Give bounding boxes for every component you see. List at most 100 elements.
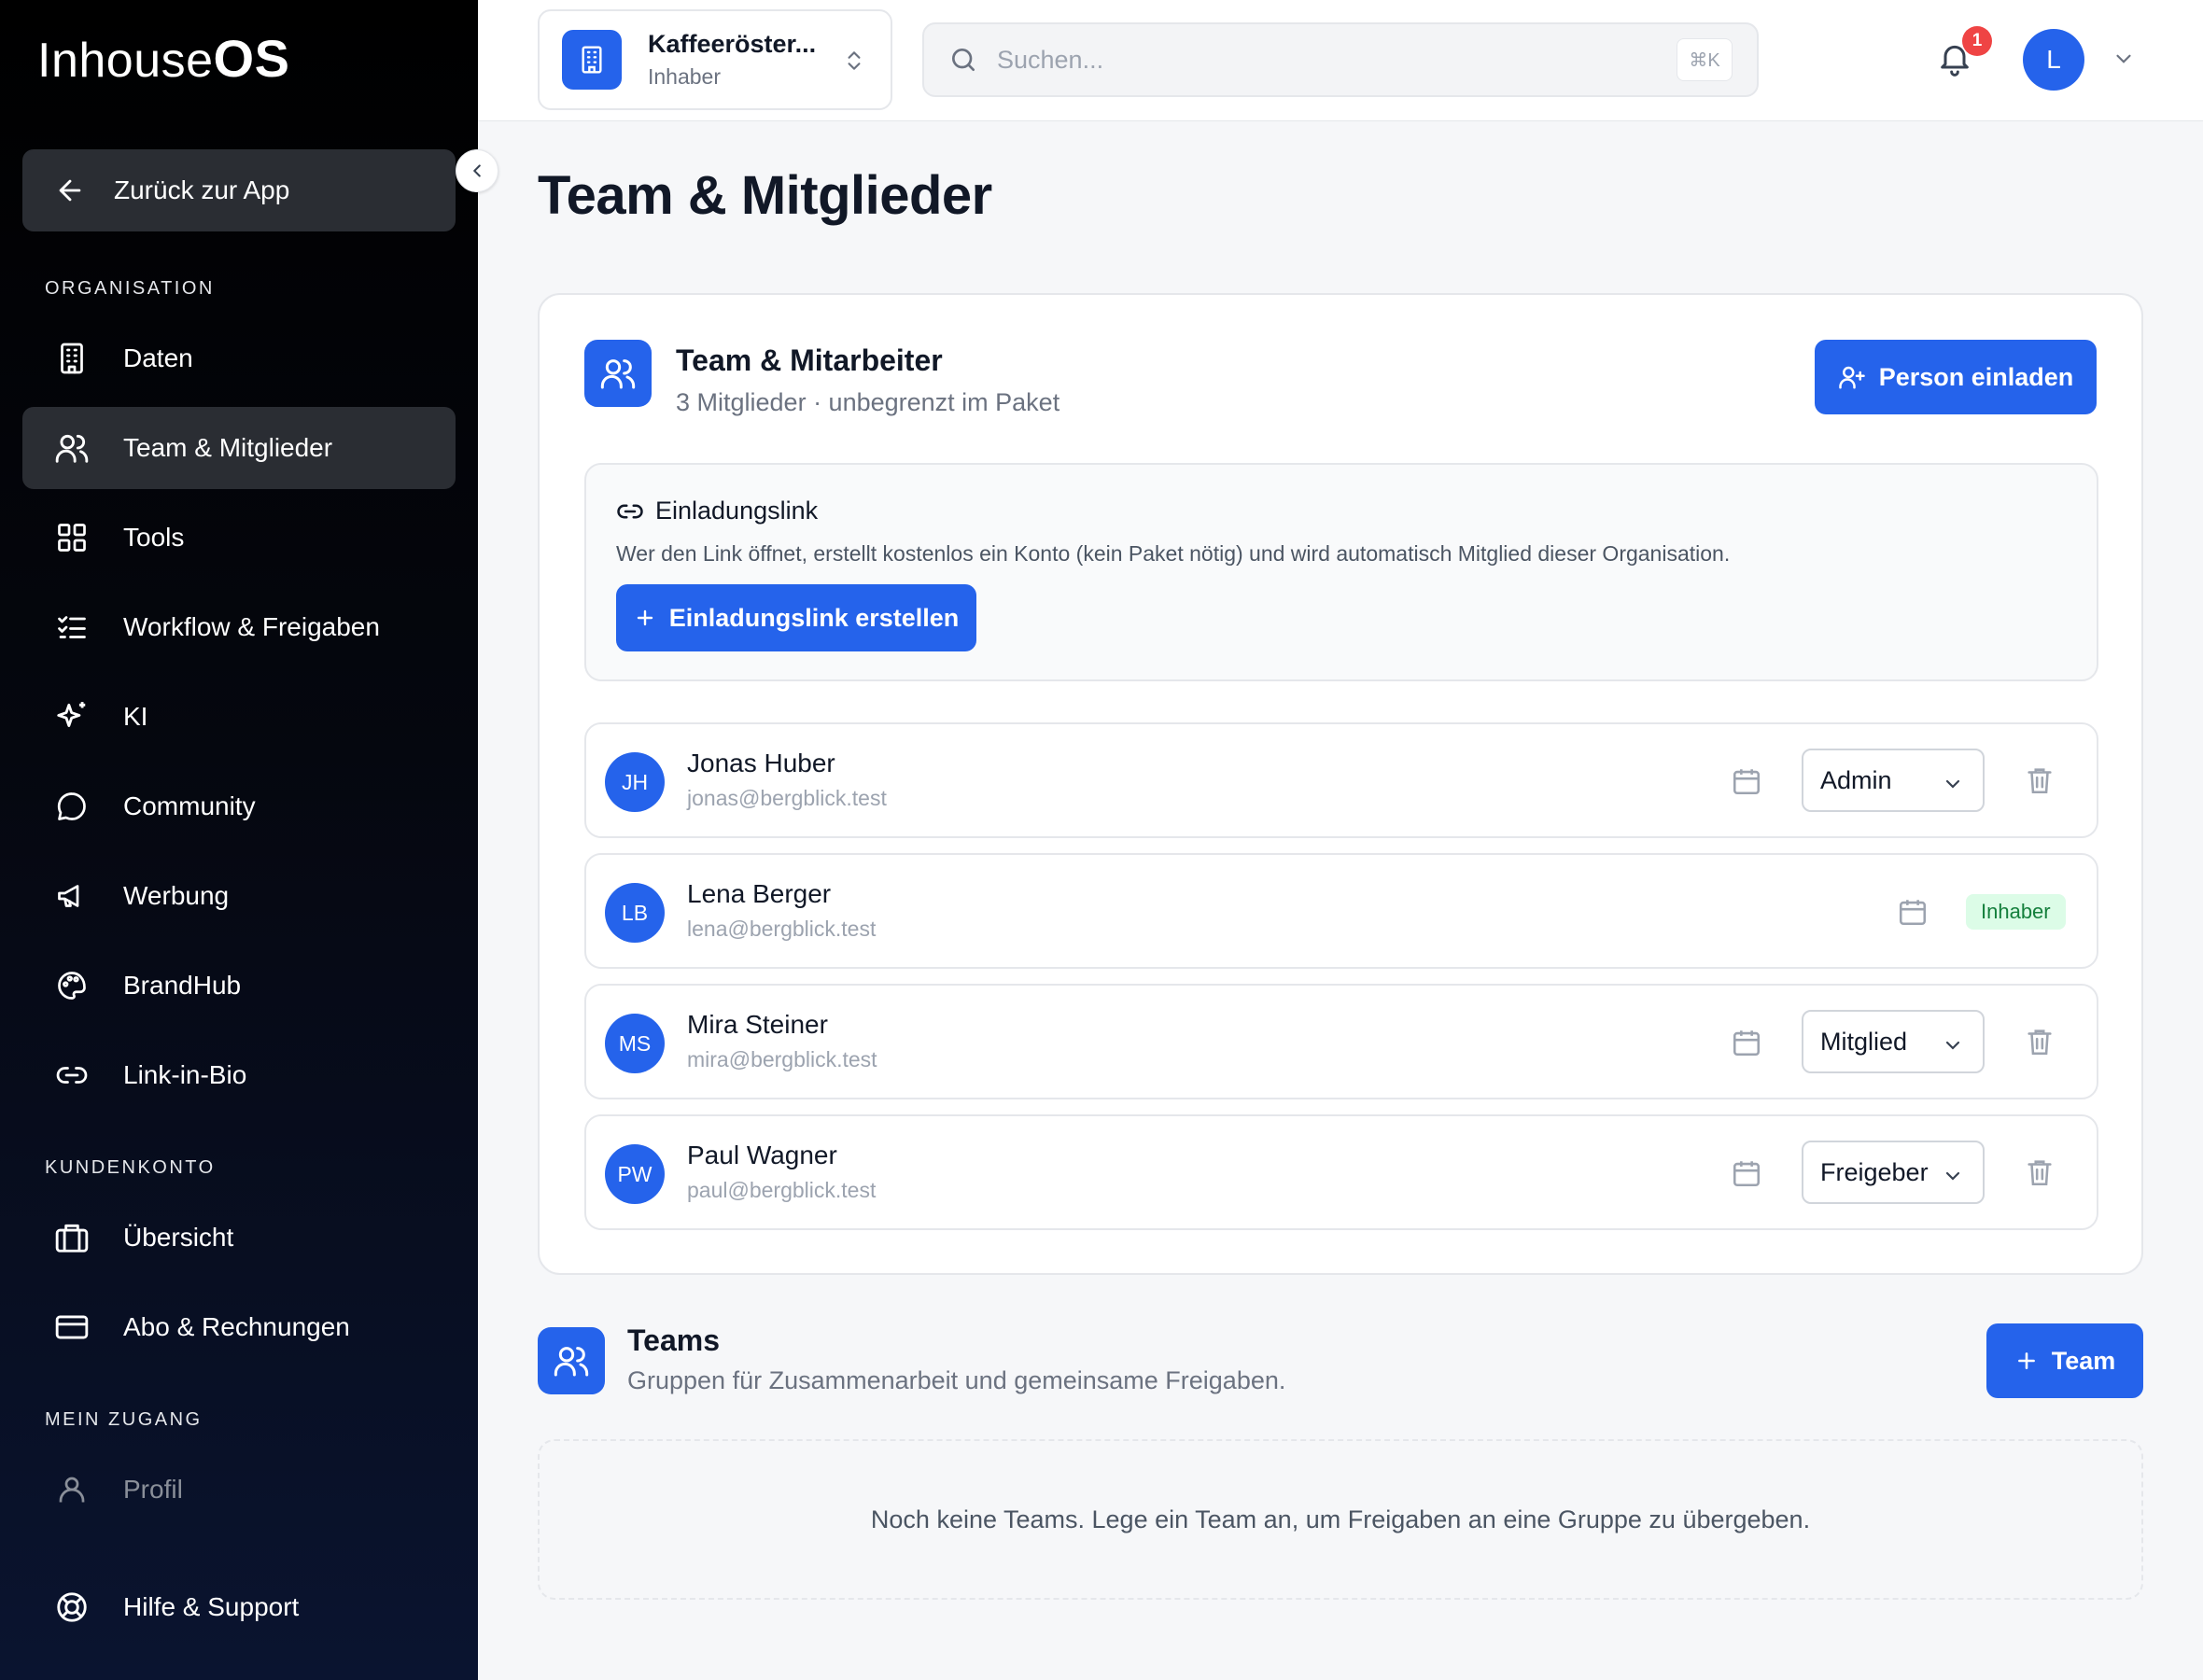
- member-email: lena@bergblick.test: [687, 917, 877, 941]
- sidebar-item-profil[interactable]: Profil: [22, 1449, 456, 1531]
- building-icon: [562, 30, 622, 90]
- member-row: MS Mira Steiner mira@bergblick.test Mitg…: [584, 984, 2098, 1099]
- notification-badge: 1: [1962, 26, 1992, 56]
- sidebar-item-ki[interactable]: KI: [22, 676, 456, 758]
- avatar: JH: [605, 752, 665, 812]
- member-row: PW Paul Wagner paul@bergblick.test Freig…: [584, 1114, 2098, 1230]
- user-plus-icon: [1838, 363, 1866, 391]
- sidebar-item-label: Community: [123, 791, 256, 820]
- sidebar-item-team[interactable]: Team & Mitglieder: [22, 407, 456, 489]
- invite-link-heading: Einladungslink: [616, 497, 818, 525]
- create-invite-link-button[interactable]: Einladungslink erstellen: [616, 584, 976, 651]
- back-to-app-button[interactable]: Zurück zur App: [22, 149, 456, 231]
- chat-icon: [52, 787, 91, 826]
- user-icon: [52, 1470, 91, 1509]
- member-email: mira@bergblick.test: [687, 1047, 877, 1071]
- sidebar-item-community[interactable]: Community: [22, 765, 456, 847]
- arrow-left-icon: [54, 175, 86, 206]
- sparkles-icon: [52, 697, 91, 736]
- building-icon: [52, 339, 91, 378]
- checklist-icon: [52, 608, 91, 647]
- chevron-down-icon[interactable]: [2112, 47, 2136, 71]
- teams-subtitle: Gruppen für Zusammenarbeit und gemeinsam…: [627, 1366, 1286, 1394]
- search-shortcut: ⌘K: [1677, 38, 1733, 81]
- sidebar-item-daten[interactable]: Daten: [22, 317, 456, 399]
- calendar-icon[interactable]: [1731, 765, 1762, 797]
- sidebar-item-tools[interactable]: Tools: [22, 497, 456, 579]
- sidebar-item-label: Tools: [123, 523, 185, 552]
- chevrons-up-down-icon: [842, 47, 866, 75]
- trash-icon[interactable]: [2024, 763, 2056, 797]
- sidebar-item-label: Link-in-Bio: [123, 1060, 247, 1089]
- role-select-value: Admin: [1820, 765, 1892, 794]
- sidebar: InhouseOS Zurück zur App ORGANISATION Da…: [0, 0, 478, 1680]
- briefcase-icon: [52, 1218, 91, 1257]
- sidebar-item-uebersicht[interactable]: Übersicht: [22, 1197, 456, 1279]
- team-card-title: Team & Mitarbeiter: [676, 343, 943, 377]
- trash-icon[interactable]: [2024, 1155, 2056, 1189]
- logo-light: Inhouse: [37, 34, 214, 88]
- create-invite-link-label: Einladungslink erstellen: [668, 603, 960, 632]
- sidebar-item-label: Werbung: [123, 881, 230, 910]
- sidebar-item-label: Team & Mitglieder: [123, 433, 333, 462]
- chevron-left-icon: [467, 161, 487, 181]
- section-label-organisation: ORGANISATION: [45, 278, 215, 299]
- sidebar-item-label: KI: [123, 702, 148, 731]
- owner-badge: Inhaber: [1966, 894, 2066, 930]
- member-name: Jonas Huber: [687, 749, 835, 777]
- sidebar-item-workflow[interactable]: Workflow & Freigaben: [22, 586, 456, 668]
- user-avatar[interactable]: L: [2023, 29, 2084, 91]
- invite-link-description: Wer den Link öffnet, erstellt kostenlos …: [616, 541, 1731, 566]
- invite-link-box: Einladungslink Wer den Link öffnet, erst…: [584, 463, 2098, 681]
- member-row: JH Jonas Huber jonas@bergblick.test Admi…: [584, 722, 2098, 838]
- avatar: LB: [605, 883, 665, 943]
- sidebar-item-werbung[interactable]: Werbung: [22, 855, 456, 937]
- role-select-value: Freigeber: [1820, 1157, 1929, 1186]
- plus-icon: [2014, 1349, 2039, 1373]
- role-select[interactable]: Mitglied: [1802, 1010, 1985, 1073]
- sidebar-collapse-button[interactable]: [456, 149, 498, 192]
- role-select[interactable]: Freigeber: [1802, 1141, 1985, 1204]
- sidebar-item-brandhub[interactable]: BrandHub: [22, 945, 456, 1027]
- organization-switcher[interactable]: Kaffeeröster... Inhaber: [538, 9, 892, 110]
- organization-role: Inhaber: [648, 64, 722, 89]
- palette-icon: [52, 966, 91, 1005]
- chevron-down-icon: [1942, 1165, 1964, 1187]
- trash-icon[interactable]: [2024, 1025, 2056, 1058]
- calendar-icon[interactable]: [1897, 896, 1929, 928]
- search-placeholder: Suchen...: [997, 45, 1104, 74]
- member-name: Lena Berger: [687, 879, 832, 908]
- section-label-zugang: MEIN ZUGANG: [45, 1409, 203, 1430]
- section-label-kundenkonto: KUNDENKONTO: [45, 1157, 216, 1178]
- member-name: Mira Steiner: [687, 1010, 828, 1039]
- add-team-label: Team: [2051, 1346, 2116, 1375]
- avatar: MS: [605, 1014, 665, 1073]
- add-team-button[interactable]: Team: [1986, 1323, 2143, 1398]
- plus-icon: [634, 607, 656, 629]
- calendar-icon[interactable]: [1731, 1027, 1762, 1058]
- calendar-icon[interactable]: [1731, 1157, 1762, 1189]
- sidebar-item-label: Hilfe & Support: [123, 1592, 300, 1621]
- teams-empty-state: Noch keine Teams. Lege ein Team an, um F…: [538, 1439, 2143, 1600]
- sidebar-item-label: Workflow & Freigaben: [123, 612, 380, 641]
- invite-person-button[interactable]: Person einladen: [1815, 340, 2097, 414]
- role-select[interactable]: Admin: [1802, 749, 1985, 812]
- sidebar-item-label: Übersicht: [123, 1223, 234, 1252]
- credit-card-icon: [52, 1308, 91, 1347]
- topbar: Kaffeeröster... Inhaber Suchen... ⌘K 1 L: [478, 0, 2203, 121]
- link-icon: [52, 1056, 91, 1095]
- page-title: Team & Mitglieder: [538, 165, 992, 226]
- back-to-app-label: Zurück zur App: [114, 175, 290, 204]
- member-row: LB Lena Berger lena@bergblick.test Inhab…: [584, 853, 2098, 969]
- member-email: paul@bergblick.test: [687, 1178, 877, 1202]
- search-input[interactable]: Suchen... ⌘K: [922, 22, 1759, 97]
- teams-title: Teams: [627, 1323, 721, 1357]
- megaphone-icon: [52, 876, 91, 916]
- role-select-value: Mitglied: [1820, 1027, 1908, 1056]
- team-card-subtitle: 3 Mitglieder · unbegrenzt im Paket: [676, 388, 1060, 416]
- logo: InhouseOS: [37, 28, 289, 89]
- sidebar-item-abo[interactable]: Abo & Rechnungen: [22, 1286, 456, 1368]
- sidebar-item-hilfe[interactable]: Hilfe & Support: [22, 1566, 456, 1648]
- sidebar-item-link-in-bio[interactable]: Link-in-Bio: [22, 1034, 456, 1116]
- logo-bold: OS: [213, 29, 290, 88]
